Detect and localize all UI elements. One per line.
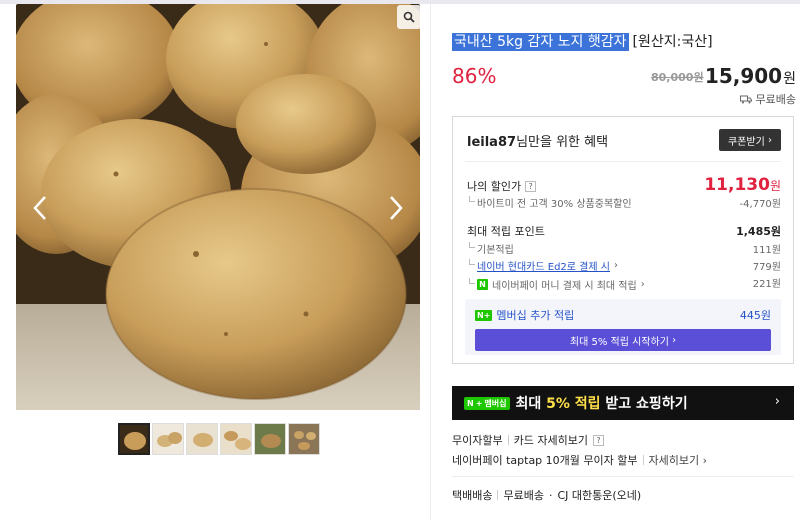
discount-detail-label: 바이트미 전 고객 30% 상품중복할인 bbox=[467, 195, 632, 210]
separator bbox=[497, 490, 499, 500]
benefit-user: leila87 bbox=[467, 135, 517, 150]
original-price: 80,000원 bbox=[651, 71, 704, 84]
my-price-label: 나의 할인가 bbox=[467, 180, 522, 193]
sale-price-unit: 원 bbox=[783, 71, 796, 87]
product-title-text: 국내산 5kg 감자 노지 햇감자 bbox=[452, 33, 629, 51]
gallery-prev-button[interactable] bbox=[26, 190, 54, 226]
coupon-button[interactable]: 쿠폰받기 › bbox=[719, 129, 781, 151]
basic-points-value: 111원 bbox=[752, 245, 781, 256]
points-row: 최대 적립 포인트 1,485원 bbox=[467, 223, 781, 239]
discount-detail-value: -4,770원 bbox=[739, 199, 781, 210]
membership-button-label: 최대 5% 적립 시작하기 bbox=[569, 336, 669, 348]
chevron-right-icon bbox=[390, 196, 403, 220]
delivery-row: 택배배송 무료배송 · CJ 대한통운(오네) bbox=[452, 487, 641, 503]
banner-text-suffix: 받고 쇼핑하기 bbox=[600, 396, 688, 412]
shipping-info: 무료배송 bbox=[739, 91, 796, 107]
thumbnail[interactable] bbox=[254, 423, 286, 455]
thumbnail[interactable] bbox=[288, 423, 320, 455]
card-points-link[interactable]: 네이버 현대카드 Ed2로 결제 시 bbox=[477, 258, 610, 273]
product-title: 국내산 5kg 감자 노지 햇감자 [원산지:국산] bbox=[452, 31, 713, 51]
installment-label: 무이자할부 bbox=[452, 434, 503, 447]
membership-banner[interactable]: N + 멤버십 최대 5% 적립 받고 쇼핑하기 › bbox=[452, 386, 794, 420]
separator bbox=[642, 455, 644, 465]
courier-name: CJ 대한통운(오네) bbox=[557, 489, 642, 502]
taptap-row: 네이버페이 taptap 10개월 무이자 할부 자세히보기 › bbox=[452, 452, 707, 468]
banner-text-prefix: 최대 bbox=[515, 396, 547, 412]
taptap-label: 네이버페이 taptap 10개월 무이자 할부 bbox=[452, 454, 638, 467]
chevron-right-icon: › bbox=[768, 134, 772, 146]
taptap-detail-label: 자세히보기 bbox=[648, 454, 700, 467]
delivery-type: 택배배송 bbox=[452, 489, 493, 502]
coupon-button-label: 쿠폰받기 bbox=[728, 136, 765, 148]
benefit-divider bbox=[465, 161, 781, 162]
discount-rate: 86% bbox=[452, 64, 497, 88]
my-price-unit: 원 bbox=[769, 179, 781, 193]
card-detail-link[interactable]: 카드 자세히보기 bbox=[514, 432, 588, 448]
taptap-detail-link[interactable]: 자세히보기 › bbox=[649, 452, 708, 468]
thumbnail[interactable] bbox=[220, 423, 252, 455]
membership-box: N+ 멤버십 추가 적립 445원 최대 5% 적립 시작하기 › bbox=[465, 299, 781, 355]
info-divider bbox=[452, 476, 794, 477]
card-points-value: 779원 bbox=[752, 262, 781, 273]
column-divider bbox=[430, 4, 431, 520]
membership-label: 멤버십 추가 적립 bbox=[496, 309, 575, 322]
thumbnail[interactable] bbox=[186, 423, 218, 455]
chevron-right-icon: › bbox=[672, 334, 677, 346]
membership-value: 445원 bbox=[739, 309, 771, 322]
banner-badge-label: 멤버십 bbox=[484, 398, 507, 408]
benefit-box: leila87님만을 위한 혜택 쿠폰받기 › 나의 할인가? 11,130원 … bbox=[452, 116, 794, 364]
membership-row: N+ 멤버십 추가 적립 445원 bbox=[475, 307, 771, 323]
my-price-value: 11,130 bbox=[704, 175, 770, 195]
naver-pay-icon: N bbox=[477, 279, 488, 290]
npay-points-row: N 네이버페이 머니 결제 시 최대 적립 › 221원 bbox=[467, 275, 781, 292]
product-main-image[interactable] bbox=[16, 4, 420, 410]
points-label: 최대 적립 포인트 bbox=[467, 225, 545, 238]
chevron-left-icon bbox=[33, 196, 46, 220]
chevron-right-icon: › bbox=[774, 394, 780, 409]
delivery-fee: 무료배송 bbox=[503, 489, 544, 502]
dot-separator: · bbox=[548, 488, 553, 502]
benefit-header-text: 님만을 위한 혜택 bbox=[516, 135, 609, 150]
basic-points-row: 기본적립 111원 bbox=[467, 241, 781, 256]
thumbnail[interactable] bbox=[118, 423, 150, 455]
help-icon[interactable]: ? bbox=[592, 434, 604, 446]
benefit-header: leila87님만을 위한 혜택 bbox=[467, 131, 608, 150]
banner-text-highlight: 5% 적립 bbox=[546, 396, 601, 412]
points-value: 1,485원 bbox=[736, 225, 781, 238]
banner-text: 최대 5% 적립 받고 쇼핑하기 bbox=[516, 393, 688, 413]
sale-price-value: 15,900 bbox=[704, 64, 783, 88]
help-icon[interactable]: ? bbox=[525, 180, 537, 192]
naver-plus-icon: N+ bbox=[475, 309, 493, 321]
magnifier-icon bbox=[403, 11, 415, 23]
membership-start-button[interactable]: 최대 5% 적립 시작하기 › bbox=[475, 329, 771, 351]
discount-detail-row: 바이트미 전 고객 30% 상품중복할인 -4,770원 bbox=[467, 195, 781, 210]
installment-row: 무이자할부 카드 자세히보기 ? bbox=[452, 432, 604, 448]
separator bbox=[507, 435, 509, 445]
zoom-button[interactable] bbox=[397, 5, 421, 29]
npay-points-value: 221원 bbox=[752, 279, 781, 290]
shipping-label: 무료배송 bbox=[755, 93, 796, 106]
npay-points-label[interactable]: 네이버페이 머니 결제 시 최대 적립 bbox=[492, 277, 637, 292]
card-points-row: 네이버 현대카드 Ed2로 결제 시 › 779원 bbox=[467, 258, 781, 273]
chevron-right-icon: › bbox=[640, 279, 645, 290]
truck-icon bbox=[739, 95, 752, 103]
naver-plus-badge: N + 멤버십 bbox=[464, 396, 510, 410]
product-origin: [원산지:국산] bbox=[632, 34, 713, 50]
gallery-next-button[interactable] bbox=[382, 190, 410, 226]
thumbnail-strip bbox=[118, 423, 320, 455]
my-price-row: 나의 할인가? 11,130원 bbox=[467, 175, 781, 195]
sale-price: 15,900원 bbox=[705, 64, 796, 88]
basic-points-label: 기본적립 bbox=[467, 241, 514, 256]
chevron-right-icon: › bbox=[613, 260, 618, 271]
thumbnail[interactable] bbox=[152, 423, 184, 455]
